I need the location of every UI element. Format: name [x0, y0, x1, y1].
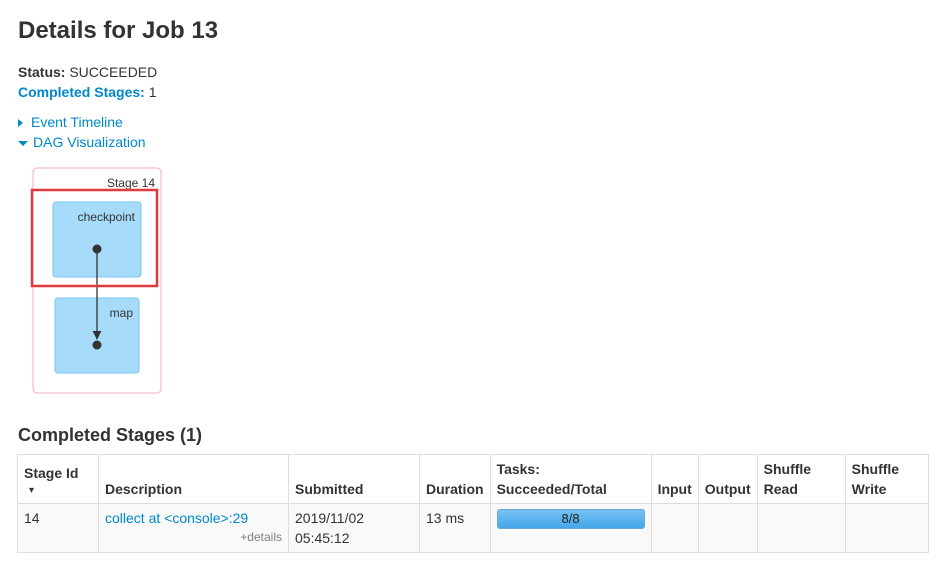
- dag-visualization: Stage 14 checkpoint map: [30, 167, 162, 394]
- cell-description: collect at <console>:29 +details: [98, 503, 289, 553]
- dag-visualization-label: DAG Visualization: [33, 134, 146, 150]
- event-timeline-label: Event Timeline: [31, 114, 123, 130]
- status-label: Status:: [18, 64, 66, 80]
- header-stage-id-label: Stage Id: [24, 465, 79, 481]
- cell-stage-id: 14: [17, 503, 99, 553]
- details-toggle[interactable]: +details: [105, 528, 282, 546]
- table-row: 14 collect at <console>:29 +details 2019…: [17, 503, 930, 553]
- cell-input: [650, 503, 699, 553]
- header-shuffle-write-line1: Shuffle: [851, 461, 900, 477]
- dag-node-checkpoint-dot: [92, 244, 102, 254]
- dag-node-map-dot: [92, 340, 102, 350]
- completed-stages-title: Completed Stages (1): [18, 425, 203, 445]
- cell-output: [697, 503, 758, 553]
- dag-visualization-toggle[interactable]: DAG Visualization: [18, 133, 146, 151]
- status-value: SUCCEEDED: [69, 64, 158, 80]
- cell-shuffle-read: [756, 503, 846, 553]
- header-stage-id[interactable]: Stage Id ▾: [17, 454, 99, 504]
- tasks-progress-bar: 8/8: [496, 509, 645, 529]
- cell-tasks: 8/8: [489, 503, 652, 553]
- header-tasks-line2: Succeeded/Total: [496, 481, 607, 497]
- header-shuffle-read-line2: Read: [763, 481, 798, 497]
- cell-duration: 13 ms: [419, 503, 491, 553]
- page-title: Details for Job 13: [18, 17, 219, 44]
- header-tasks[interactable]: Tasks: Succeeded/Total: [489, 454, 652, 504]
- dag-node-map-label: map: [110, 306, 134, 320]
- stage-description-link[interactable]: collect at <console>:29: [105, 510, 248, 526]
- tasks-progress-text: 8/8: [561, 511, 580, 526]
- header-shuffle-read[interactable]: Shuffle Read: [756, 454, 846, 504]
- cell-submitted: 2019/11/02 05:45:12: [288, 503, 420, 553]
- header-output[interactable]: Output: [697, 454, 758, 504]
- caret-right-icon: [18, 119, 23, 128]
- header-submitted[interactable]: Submitted: [288, 454, 420, 504]
- header-shuffle-read-line1: Shuffle: [763, 461, 812, 477]
- cell-shuffle-write: [844, 503, 930, 553]
- header-shuffle-write-line2: Write: [851, 481, 887, 497]
- status-line: Status: SUCCEEDED: [18, 63, 157, 81]
- table-header-row: Stage Id ▾ Description Submitted Duratio…: [17, 454, 930, 504]
- event-timeline-toggle[interactable]: Event Timeline: [18, 113, 123, 131]
- caret-down-icon: [18, 140, 28, 146]
- completed-stages-count: 1: [148, 84, 157, 100]
- completed-stages-line: Completed Stages: 1: [18, 83, 157, 101]
- completed-stages-link[interactable]: Completed Stages:: [18, 84, 145, 100]
- header-shuffle-write[interactable]: Shuffle Write: [844, 454, 930, 504]
- submitted-date: 2019/11/02: [295, 510, 365, 526]
- sort-down-icon: ▾: [29, 485, 35, 496]
- submitted-time: 05:45:12: [295, 530, 350, 546]
- dag-node-checkpoint-label: checkpoint: [78, 210, 136, 224]
- header-description[interactable]: Description: [98, 454, 289, 504]
- header-duration[interactable]: Duration: [419, 454, 491, 504]
- header-input[interactable]: Input: [650, 454, 699, 504]
- completed-stages-table: Stage Id ▾ Description Submitted Duratio…: [17, 454, 930, 553]
- header-tasks-line1: Tasks:: [496, 461, 540, 477]
- stage-label: Stage 14: [107, 176, 155, 190]
